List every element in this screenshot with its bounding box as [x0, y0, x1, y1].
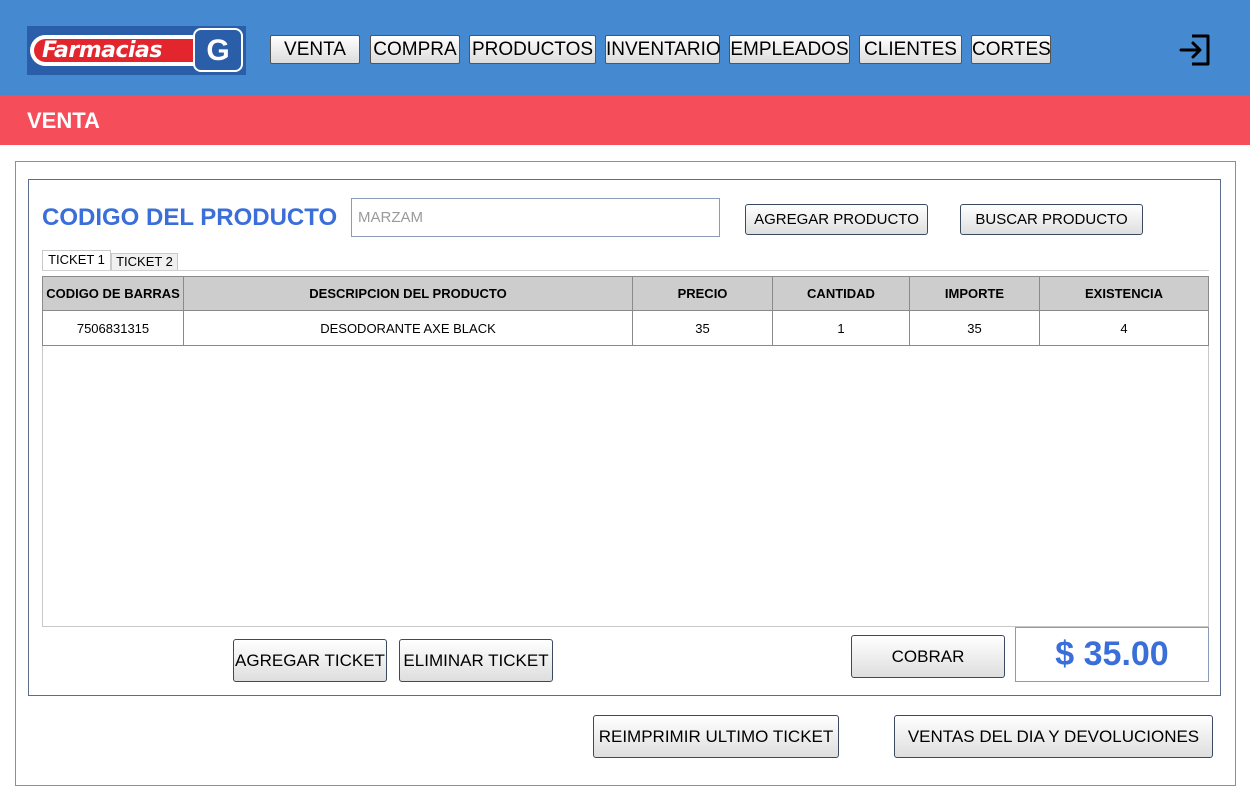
logo-text: Farmacias — [42, 38, 163, 63]
nav-empleados-button[interactable]: EMPLEADOS — [729, 35, 850, 64]
nav-productos-button[interactable]: PRODUCTOS — [469, 35, 596, 64]
tab-ticket-2[interactable]: TICKET 2 — [111, 253, 178, 270]
nav-cortes-button[interactable]: CORTES — [971, 35, 1051, 64]
farmacias-logo: Farmacias G — [27, 26, 246, 75]
nav-venta-button[interactable]: VENTA — [270, 35, 360, 64]
column-header[interactable]: EXISTENCIA — [1039, 276, 1209, 311]
logo-mark: G — [193, 28, 243, 72]
nav-clientes-button[interactable]: CLIENTES — [859, 35, 962, 64]
ticket-table: CODIGO DE BARRAS DESCRIPCION DEL PRODUCT… — [42, 276, 1209, 346]
delete-ticket-button[interactable]: ELIMINAR TICKET — [399, 639, 553, 682]
column-header[interactable]: PRECIO — [632, 276, 773, 311]
column-header[interactable]: IMPORTE — [909, 276, 1040, 311]
search-product-button[interactable]: BUSCAR PRODUCTO — [960, 204, 1143, 235]
section-header-bar — [0, 95, 1250, 145]
price-cell[interactable]: 35 — [632, 310, 773, 346]
cobrar-button[interactable]: COBRAR — [851, 635, 1005, 678]
barcode-cell[interactable]: 7506831315 — [42, 310, 184, 346]
quantity-cell[interactable]: 1 — [772, 310, 910, 346]
stock-cell[interactable]: 4 — [1039, 310, 1209, 346]
logout-icon[interactable] — [1178, 33, 1212, 67]
add-product-button[interactable]: AGREGAR PRODUCTO — [745, 204, 928, 235]
product-code-label: CODIGO DEL PRODUCTO — [42, 204, 338, 231]
table-row[interactable]: 7506831315 DESODORANTE AXE BLACK 35 1 35… — [42, 310, 1209, 346]
add-ticket-button[interactable]: AGREGAR TICKET — [233, 639, 387, 682]
column-header[interactable]: CODIGO DE BARRAS — [42, 276, 184, 311]
tab-ticket-1[interactable]: TICKET 1 — [42, 250, 111, 271]
column-header[interactable]: DESCRIPCION DEL PRODUCTO — [183, 276, 633, 311]
table-header-row: CODIGO DE BARRAS DESCRIPCION DEL PRODUCT… — [42, 276, 1209, 311]
product-code-input[interactable] — [351, 198, 720, 237]
column-header[interactable]: CANTIDAD — [772, 276, 910, 311]
description-cell[interactable]: DESODORANTE AXE BLACK — [183, 310, 633, 346]
section-title: VENTA — [27, 108, 100, 133]
amount-cell[interactable]: 35 — [909, 310, 1040, 346]
tab-divider — [42, 270, 1209, 271]
daily-sales-returns-button[interactable]: VENTAS DEL DIA Y DEVOLUCIONES — [894, 715, 1213, 758]
total-amount: $ 35.00 — [1015, 627, 1209, 682]
reprint-last-ticket-button[interactable]: REIMPRIMIR ULTIMO TICKET — [593, 715, 839, 758]
nav-compra-button[interactable]: COMPRA — [370, 35, 460, 64]
nav-inventario-button[interactable]: INVENTARIO — [605, 35, 721, 64]
